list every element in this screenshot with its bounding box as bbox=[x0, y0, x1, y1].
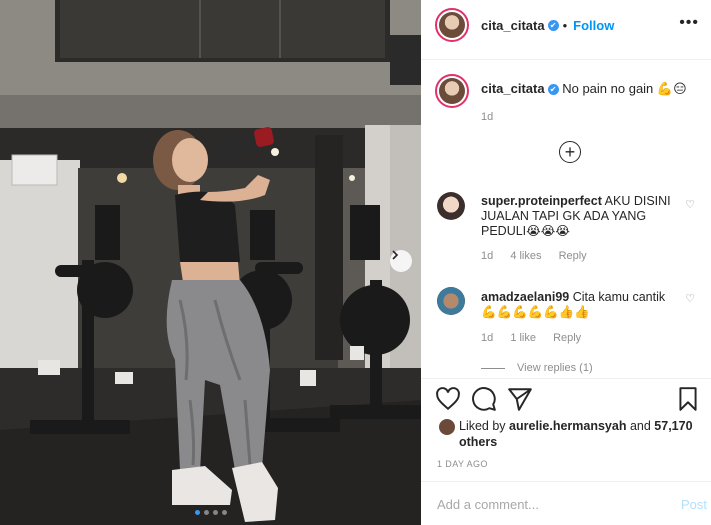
comment-time: 1d bbox=[481, 250, 494, 262]
separator-dot: • bbox=[562, 18, 568, 33]
commenter-avatar[interactable] bbox=[437, 192, 465, 220]
author-username[interactable]: cita_citata bbox=[481, 18, 545, 33]
comment-meta: 1d 1 like Reply bbox=[481, 331, 681, 346]
comment-reply-button[interactable]: Reply bbox=[553, 332, 581, 344]
liked-by-user[interactable]: aurelie.hermansyah bbox=[509, 419, 626, 433]
follow-button[interactable]: Follow bbox=[573, 18, 614, 33]
comment-reply-button[interactable]: Reply bbox=[559, 250, 587, 262]
view-replies-label: View replies (1) bbox=[517, 362, 593, 374]
comment-icon[interactable] bbox=[471, 386, 497, 412]
liked-by-summary[interactable]: Liked by aurelie.hermansyah and 57,170 o… bbox=[459, 418, 699, 450]
commenter-avatar[interactable] bbox=[437, 287, 465, 315]
post-time-ago: 1 DAY AGO bbox=[437, 459, 488, 469]
comment-username[interactable]: amadzaelani99 bbox=[481, 290, 569, 304]
comment-likes[interactable]: 4 likes bbox=[510, 250, 541, 262]
caption-text: No pain no gain 💪😑 bbox=[562, 81, 687, 96]
liked-by-avatar[interactable] bbox=[439, 419, 455, 435]
comment-username[interactable]: super.proteinperfect bbox=[481, 194, 602, 208]
more-options-icon[interactable]: ••• bbox=[679, 14, 699, 32]
caption-username[interactable]: cita_citata bbox=[481, 81, 545, 96]
carousel-dot bbox=[212, 510, 218, 515]
author-avatar[interactable] bbox=[435, 8, 469, 42]
bookmark-icon[interactable] bbox=[675, 386, 701, 412]
verified-badge-icon: ✔ bbox=[547, 84, 559, 96]
verified-badge-icon: ✔ bbox=[547, 20, 559, 31]
comment-time: 1d bbox=[481, 332, 494, 344]
post-header: cita_citata ✔ • Follow bbox=[481, 18, 614, 33]
comment-like-heart-icon[interactable]: ♡ bbox=[685, 292, 695, 305]
carousel-next-button[interactable] bbox=[390, 250, 412, 272]
caption-time: 1d bbox=[481, 111, 494, 123]
comment-item: amadzaelani99 Cita kamu cantik 💪💪💪💪💪👍👍 1… bbox=[481, 290, 681, 346]
comment-box-divider bbox=[421, 481, 711, 482]
chevron-right-icon bbox=[392, 250, 399, 260]
liked-by-prefix: Liked by bbox=[459, 419, 506, 433]
comment-like-heart-icon[interactable]: ♡ bbox=[685, 198, 695, 211]
comment-meta: 1d 4 likes Reply bbox=[481, 249, 681, 264]
replies-line bbox=[481, 367, 505, 369]
comment-item: super.proteinperfect AKU DISINI JUALAN T… bbox=[481, 194, 681, 264]
carousel-dots bbox=[0, 510, 421, 515]
post-caption: cita_citata ✔ No pain no gain 💪😑 1d bbox=[481, 80, 701, 126]
carousel-dot bbox=[194, 510, 200, 515]
add-comment-input[interactable]: Add a comment... bbox=[437, 497, 539, 512]
actions-divider bbox=[421, 378, 711, 379]
comment-likes[interactable]: 1 like bbox=[510, 332, 536, 344]
carousel-dot bbox=[203, 510, 209, 515]
post-details-panel: cita_citata ✔ • Follow ••• cita_citata ✔ … bbox=[421, 0, 711, 525]
gym-scene-image bbox=[0, 0, 421, 525]
header-divider bbox=[421, 59, 711, 60]
post-actions bbox=[435, 386, 701, 414]
plus-circle-icon[interactable]: + bbox=[559, 141, 581, 163]
liked-by-and: and bbox=[629, 419, 651, 433]
heart-icon[interactable] bbox=[435, 386, 461, 412]
caption-author-avatar[interactable] bbox=[435, 74, 469, 108]
share-icon[interactable] bbox=[507, 386, 533, 412]
view-replies-button[interactable]: View replies (1) bbox=[481, 362, 593, 374]
post-comment-button[interactable]: Post bbox=[681, 497, 707, 512]
carousel-dot bbox=[221, 510, 227, 515]
post-photo[interactable] bbox=[0, 0, 421, 525]
